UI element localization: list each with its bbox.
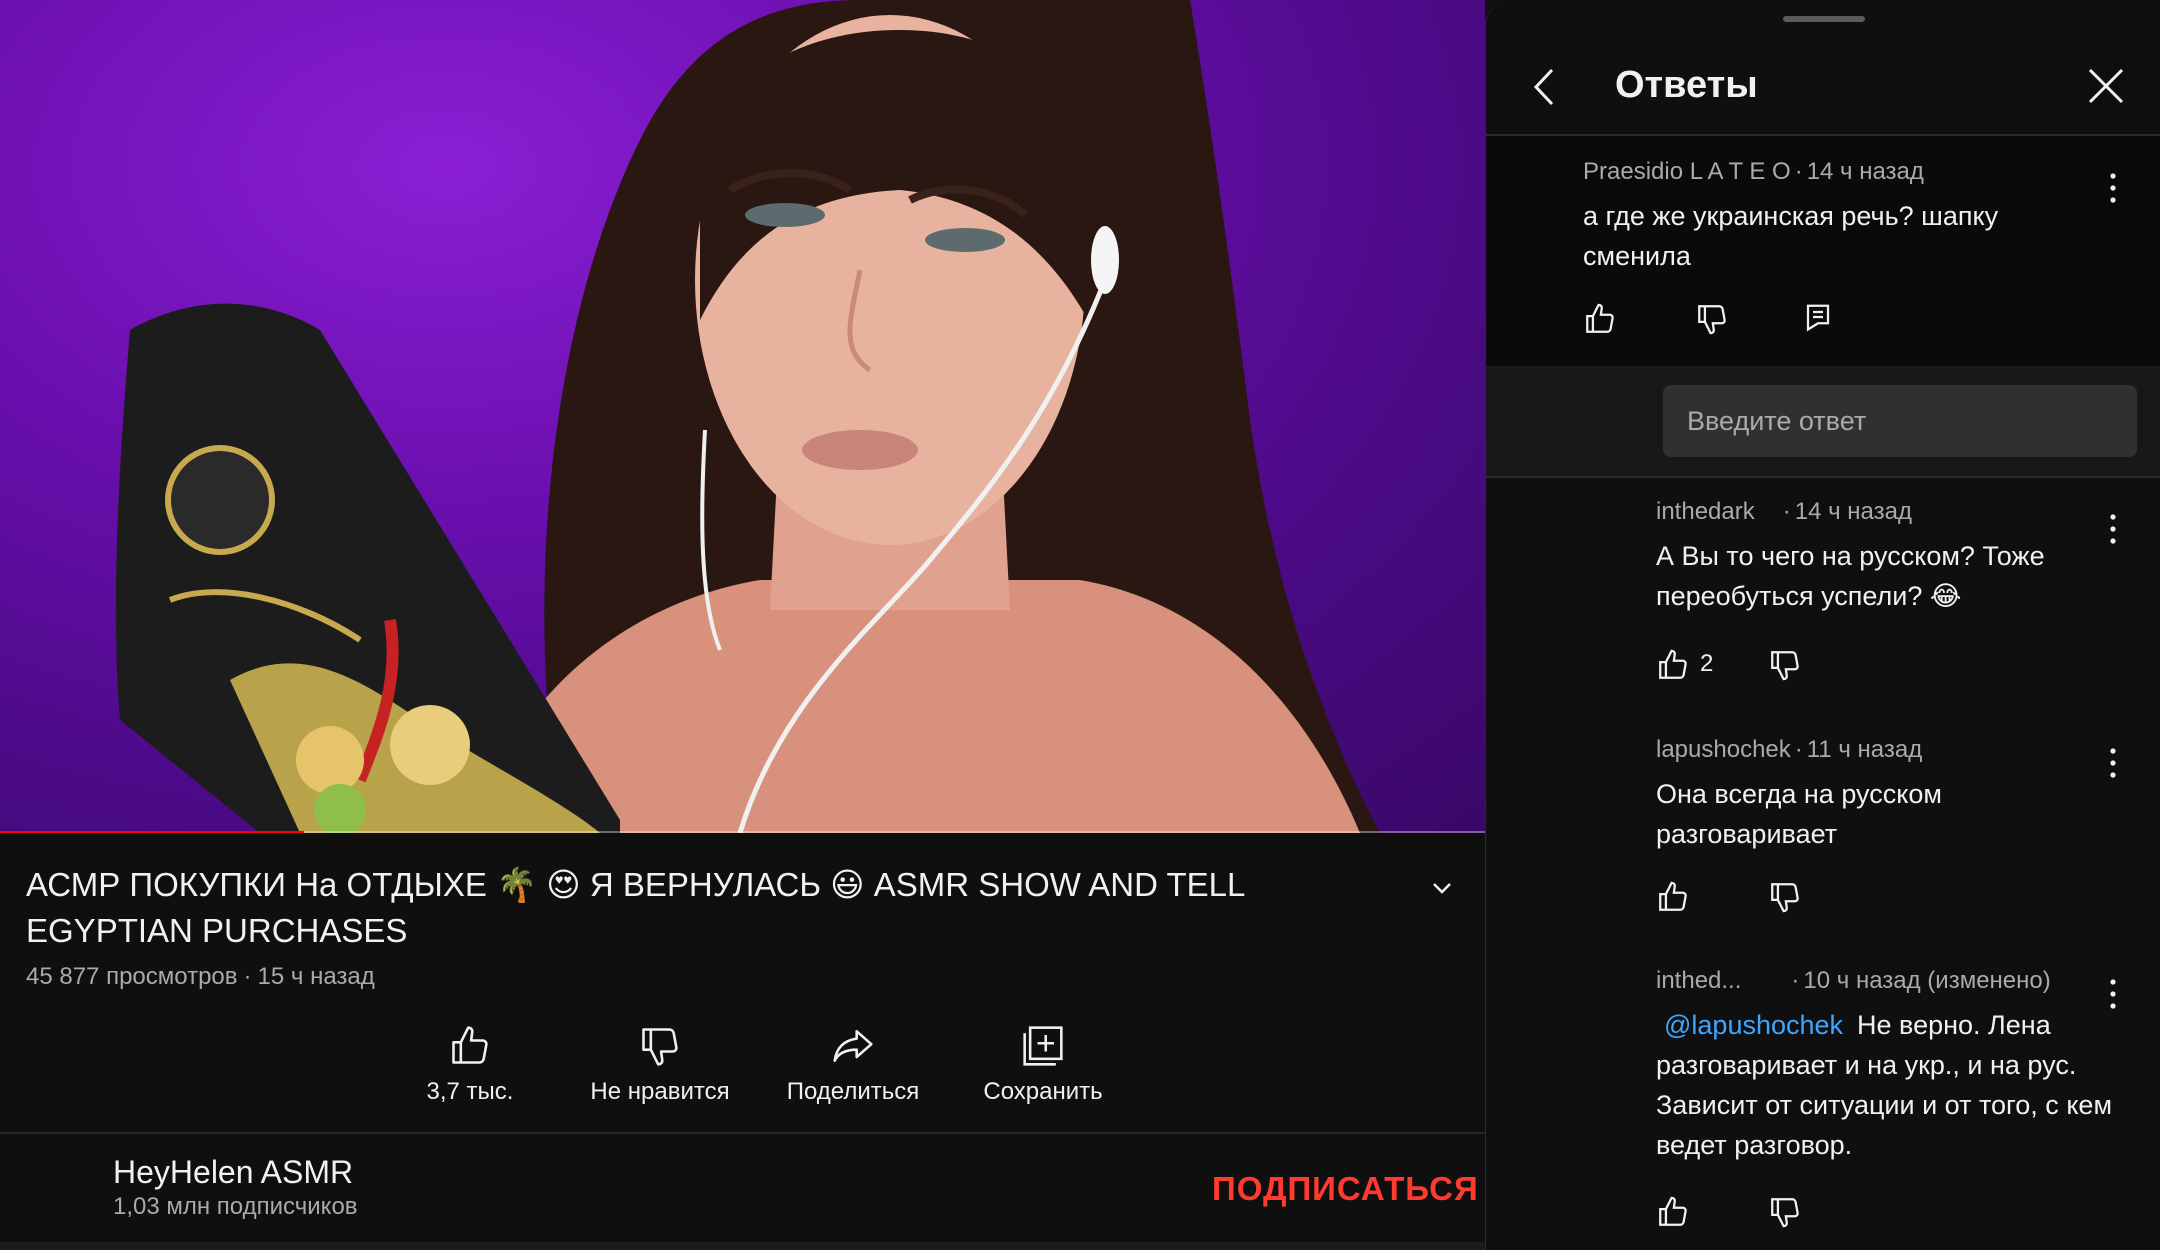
comment-text: Она всегда на русском разговаривает (1656, 779, 1942, 849)
video-title[interactable]: АСМР ПОКУПКИ На ОТДЫХЕ 🌴 😍 Я ВЕРНУЛАСЬ 😃… (26, 862, 1386, 954)
save-playlist-icon (1023, 1026, 1063, 1066)
thumb-down-icon (642, 1028, 678, 1066)
dislike-button[interactable]: Не нравится (570, 1018, 750, 1106)
drag-handle[interactable] (1783, 16, 1865, 22)
like-count: 3,7 тыс. (426, 1078, 514, 1105)
thumb-up-icon (452, 1026, 488, 1064)
video-frame (115, 0, 1380, 833)
comment-age: 10 ч назад (изменено) (1803, 967, 2051, 994)
divider (0, 1242, 1485, 1250)
divider (0, 1132, 1485, 1134)
thumb-down-icon[interactable] (1768, 1195, 1802, 1229)
comment-text: @lapushochek Не верно. Лена разговаривает… (1656, 1005, 2116, 1165)
chips-logo (165, 445, 275, 555)
thumb-down-icon[interactable] (1768, 648, 1802, 682)
reply-item: lapushochek · 11 ч назад Она всегда на рус… (1656, 736, 2106, 854)
save-label: Сохранить (983, 1078, 1103, 1105)
channel-name[interactable]: HeyHelen ASMR (113, 1154, 353, 1191)
action-bar: 3,7 тыс. Не нравится Поделиться Сохранит… (380, 1018, 1140, 1118)
close-icon[interactable] (2086, 66, 2126, 106)
thumb-up-icon[interactable] (1656, 648, 1690, 682)
save-button[interactable]: Сохранить (953, 1018, 1133, 1106)
comment-header: inthed... · 10 ч назад (изменено) (1656, 967, 2051, 994)
reply-bar (1486, 366, 2160, 478)
comment-text: А Вы то чего на русском? Тоже переобутьс… (1656, 541, 2045, 611)
kebab-menu-icon[interactable] (2103, 511, 2123, 547)
upload-age: 15 ч назад (257, 963, 375, 990)
comment-actions: 2 (1656, 648, 1856, 682)
lips (802, 430, 918, 470)
subscribe-button[interactable]: ПОДПИСАТЬСЯ (1212, 1170, 1479, 1208)
comment-age: 11 ч назад (1806, 736, 1923, 763)
comment-actions (1656, 1195, 1856, 1229)
thumb-down-icon[interactable] (1695, 302, 1729, 336)
comment-age: 14 ч назад (1806, 158, 1924, 185)
thumb-up-icon[interactable] (1656, 880, 1690, 914)
comment-text: а где же украинская речь? шапку сменила (1583, 201, 1999, 271)
comment-actions (1656, 880, 1856, 914)
comment-header: inthedark · 14 ч назад (1656, 498, 1912, 525)
video-meta: 45 877 просмотров · 15 ч назад (26, 963, 375, 991)
reply-item: inthedark · 14 ч назад А Вы то чего на рус… (1656, 498, 2106, 616)
earbud (1091, 226, 1119, 294)
like-count: 2 (1700, 650, 1714, 677)
video-player[interactable] (0, 0, 1485, 833)
thumb-up-icon[interactable] (1583, 302, 1617, 336)
subscriber-count: 1,03 млн подписчиков (113, 1193, 358, 1220)
reply-input[interactable] (1663, 385, 2137, 457)
comment-age: 14 ч назад (1794, 498, 1912, 525)
watch-page: АСМР ПОКУПКИ На ОТДЫХЕ 🌴 😍 Я ВЕРНУЛАСЬ 😃… (0, 0, 1485, 1250)
panel-title: Ответы (1615, 64, 1758, 106)
parent-comment: Praesidio L A T E O · 14 ч назад а где же … (1486, 136, 2160, 366)
comment-header: lapushochek · 11 ч назад (1656, 736, 1923, 763)
comment-body: Praesidio L A T E O · 14 ч назад а где же … (1583, 158, 2053, 276)
comment-author[interactable]: lapushochek (1656, 736, 1791, 763)
comment-author[interactable]: inthedark (1656, 498, 1755, 525)
comment-author[interactable]: Praesidio L A T E O (1583, 158, 1791, 185)
like-button[interactable]: 3,7 тыс. (380, 1018, 560, 1106)
kebab-menu-icon[interactable] (2103, 976, 2123, 1012)
kebab-menu-icon[interactable] (2103, 170, 2123, 206)
right-eye (925, 228, 1005, 252)
thumb-down-icon[interactable] (1768, 880, 1802, 914)
share-label: Поделиться (786, 1078, 920, 1105)
share-icon (833, 1030, 873, 1062)
meta-separator: · (243, 963, 252, 990)
back-arrow-icon[interactable] (1528, 64, 1562, 110)
reply-item: inthed... · 10 ч назад (изменено) @lapusho… (1656, 967, 2116, 1165)
replies-panel: Ответы Praesidio L A T E O · 14 ч назад а … (1485, 0, 2160, 1250)
progress-bar[interactable] (0, 831, 1485, 833)
mention-link[interactable]: @lapushochek (1664, 1010, 1843, 1040)
view-count: 45 877 просмотров (26, 963, 238, 990)
comment-author[interactable]: inthed... (1656, 967, 1741, 994)
left-eye (745, 203, 825, 227)
share-button[interactable]: Поделиться (763, 1018, 943, 1106)
thumb-up-icon[interactable] (1656, 1195, 1690, 1229)
progress-fill (0, 831, 305, 833)
chevron-down-icon[interactable] (1428, 874, 1456, 902)
comment-actions (1583, 302, 1843, 336)
reply-icon[interactable] (1803, 302, 1833, 332)
kebab-menu-icon[interactable] (2103, 745, 2123, 781)
comment-header: Praesidio L A T E O · 14 ч назад (1583, 158, 1924, 185)
dislike-label: Не нравится (590, 1078, 730, 1105)
